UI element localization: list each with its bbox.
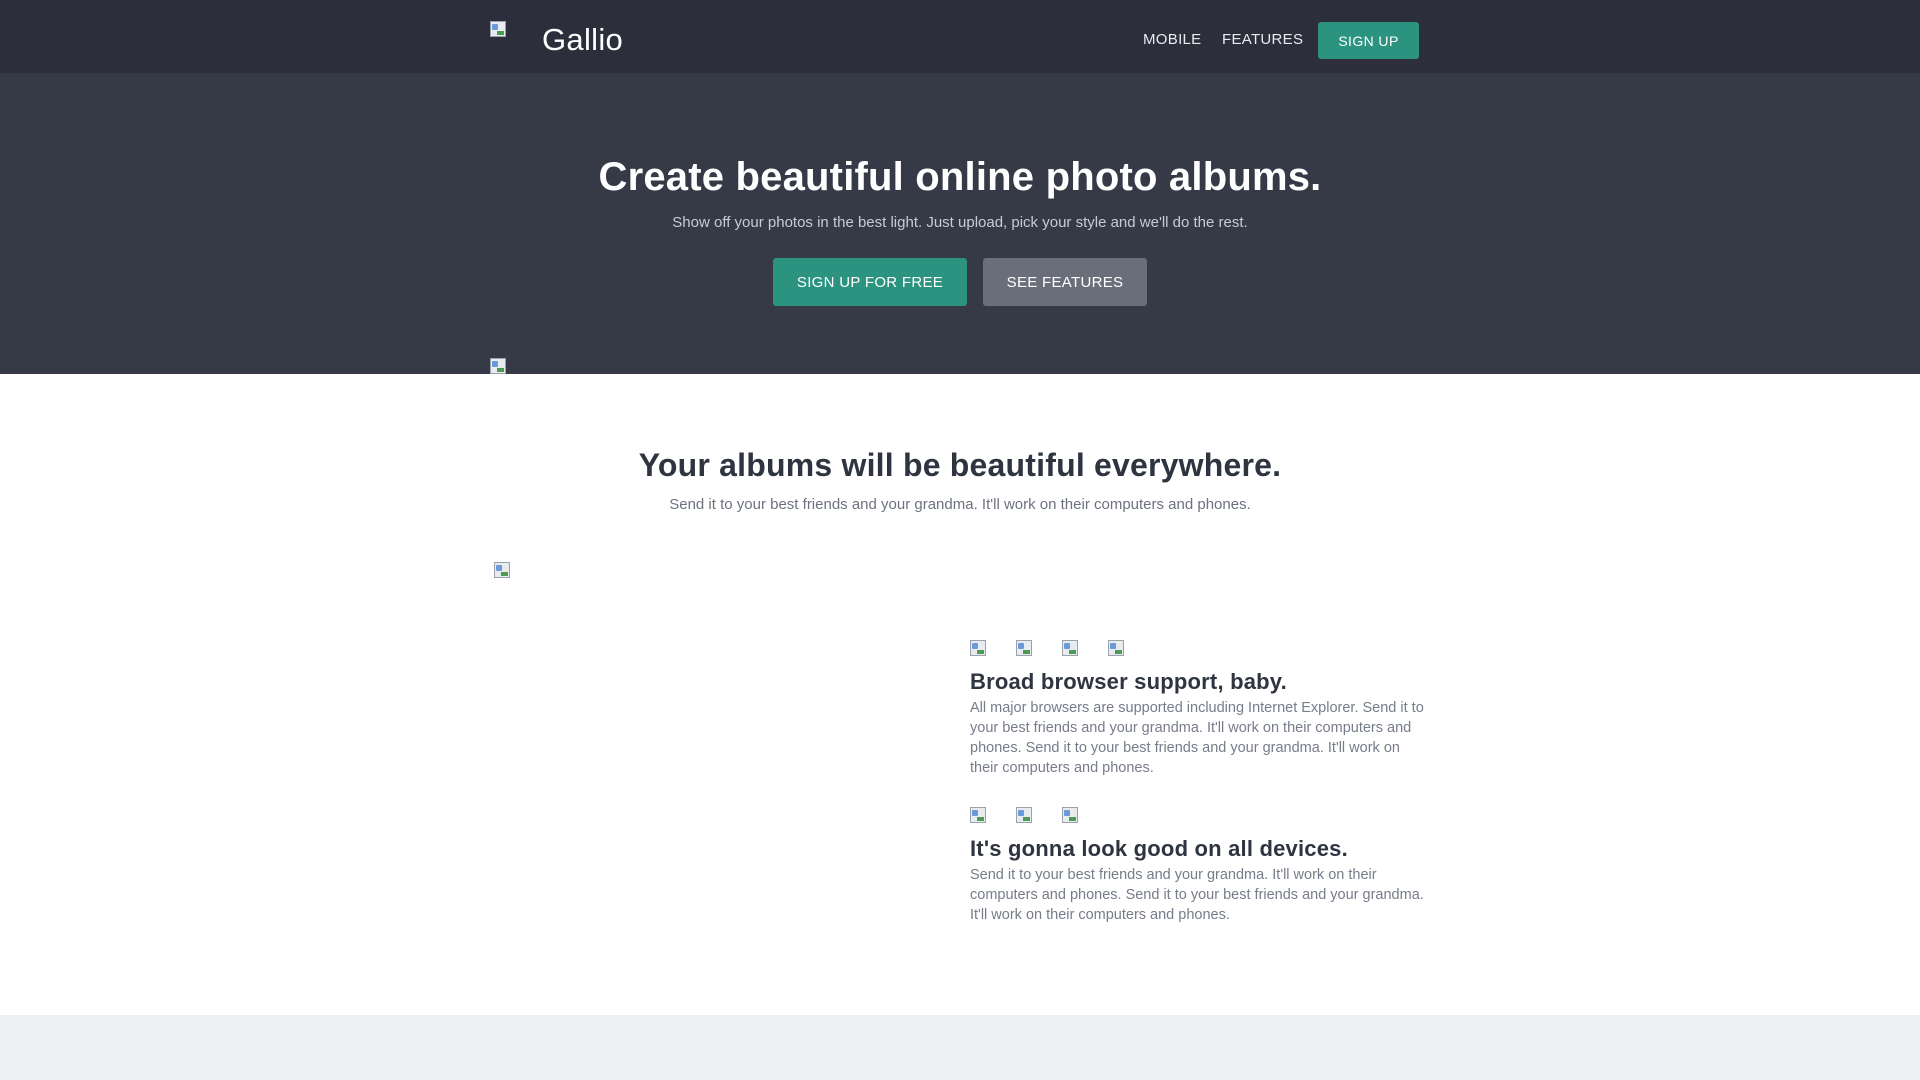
feature-text-browser: All major browsers are supported includi… — [970, 700, 1424, 776]
device-icon — [1016, 807, 1032, 823]
device-icon — [1062, 807, 1078, 823]
section-title: Your albums will be beautiful everywhere… — [638, 447, 1282, 483]
browser-icon — [970, 640, 986, 656]
feature-title-browser: Broad browser support, baby. — [970, 669, 1287, 694]
hero-image — [490, 358, 506, 374]
top-navbar: Gallio MOBILE FEATURES SIGN UP — [0, 0, 1920, 73]
feature-text-devices: Send it to your best friends and your gr… — [970, 867, 1424, 923]
brand-name[interactable]: Gallio — [542, 22, 623, 58]
nav-link-mobile[interactable]: MOBILE — [1143, 31, 1201, 48]
sign-up-for-free-button[interactable]: SIGN UP FOR FREE — [773, 258, 967, 306]
browser-icon — [1016, 640, 1032, 656]
hero-title: Create beautiful online photo albums. — [598, 155, 1322, 199]
section-subtitle: Send it to your best friends and your gr… — [669, 496, 1251, 513]
browser-icon — [1108, 640, 1124, 656]
hero-subtitle: Show off your photos in the best light. … — [672, 214, 1248, 231]
showcase-image — [494, 562, 510, 578]
browser-icons-row — [970, 640, 1124, 656]
hero-section: Create beautiful online photo albums. Sh… — [0, 73, 1920, 374]
browser-icon — [1062, 640, 1078, 656]
signup-button[interactable]: SIGN UP — [1318, 22, 1419, 59]
device-icon — [970, 807, 986, 823]
nav-link-features[interactable]: FEATURES — [1222, 31, 1303, 48]
see-features-button[interactable]: SEE FEATURES — [983, 258, 1147, 306]
logo-image[interactable] — [490, 21, 506, 37]
device-icons-row — [970, 807, 1078, 823]
feature-title-devices: It's gonna look good on all devices. — [970, 836, 1348, 861]
footer-section — [0, 1015, 1920, 1080]
